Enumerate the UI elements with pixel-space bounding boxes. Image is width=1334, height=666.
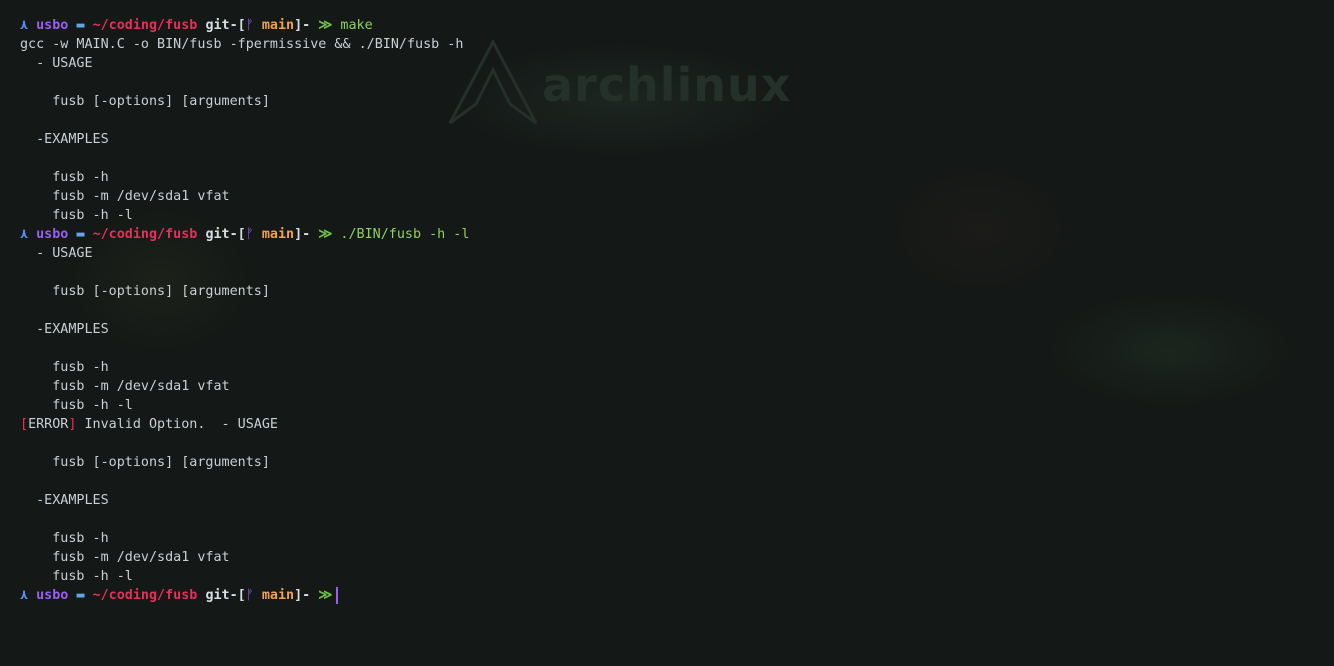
output-line: fusb -m /dev/sda1 vfat (20, 379, 230, 394)
prompt-git-close: ]- (294, 588, 311, 603)
output-line: -EXAMPLES (20, 132, 109, 147)
prompt-path: ~/coding/fusb (92, 588, 198, 603)
prompt-path: ~/coding/fusb (92, 227, 198, 242)
prompt-user: usbo (36, 227, 69, 242)
output-line: fusb -h -l (20, 208, 133, 223)
output-line: fusb -m /dev/sda1 vfat (20, 189, 230, 204)
arch-logo-icon: ⋏ (20, 588, 29, 603)
output-line: fusb -h (20, 170, 109, 185)
prompt-branch: main (261, 588, 295, 603)
prompt-line: ⋏ usbo ▬ ~/coding/fusb git-[ᚠ main]- ≫ m… (20, 16, 1334, 35)
output-line: - USAGE (20, 246, 93, 261)
prompt-user: usbo (36, 18, 69, 33)
prompt-symbol: ≫ (318, 18, 333, 33)
prompt-path: ~/coding/fusb (92, 18, 198, 33)
prompt-git-open: git-[ (205, 227, 246, 242)
arch-logo-icon: ⋏ (20, 227, 29, 242)
output-line: fusb -h -l (20, 569, 133, 584)
output-line: fusb -h (20, 360, 109, 375)
output-line: fusb -m /dev/sda1 vfat (20, 550, 230, 565)
prompt-symbol: ≫ (318, 588, 333, 603)
prompt-symbol: ≫ (318, 227, 333, 242)
output-line: fusb [-options] [arguments] (20, 284, 270, 299)
prompt-git-open: git-[ (205, 18, 246, 33)
prompt-git-close: ]- (294, 227, 311, 242)
command-text: make (340, 18, 373, 33)
command-text: ./BIN/fusb -h -l (340, 227, 470, 242)
error-message: Invalid Option. - USAGE (76, 417, 278, 432)
arch-logo-icon: ⋏ (20, 18, 29, 33)
git-branch-icon: ᚠ (245, 227, 254, 242)
output-line: -EXAMPLES (20, 493, 109, 508)
git-branch-icon: ᚠ (245, 18, 254, 33)
output-line: -EXAMPLES (20, 322, 109, 337)
folder-icon: ▬ (76, 18, 85, 33)
prompt-line: ⋏ usbo ▬ ~/coding/fusb git-[ᚠ main]- ≫ .… (20, 225, 1334, 244)
prompt-user: usbo (36, 588, 69, 603)
active-prompt-line[interactable]: ⋏ usbo ▬ ~/coding/fusb git-[ᚠ main]- ≫ (20, 586, 1334, 605)
output-line: fusb -h (20, 531, 109, 546)
output-line: gcc -w MAIN.C -o BIN/fusb -fpermissive &… (20, 37, 464, 52)
folder-icon: ▬ (76, 588, 85, 603)
prompt-branch: main (261, 18, 295, 33)
prompt-branch: main (261, 227, 295, 242)
text-cursor[interactable] (336, 586, 339, 604)
folder-icon: ▬ (76, 227, 85, 242)
output-line: fusb [-options] [arguments] (20, 94, 270, 109)
output-line: fusb -h -l (20, 398, 133, 413)
output-line: fusb [-options] [arguments] (20, 455, 270, 470)
output-line: - USAGE (20, 56, 93, 71)
prompt-git-close: ]- (294, 18, 311, 33)
error-bracket-open: [ (20, 417, 29, 432)
error-label: ERROR (28, 417, 69, 432)
git-branch-icon: ᚠ (245, 588, 254, 603)
error-line: [ERROR] Invalid Option. - USAGE (20, 415, 1334, 434)
terminal-output[interactable]: ⋏ usbo ▬ ~/coding/fusb git-[ᚠ main]- ≫ m… (20, 16, 1334, 666)
prompt-git-open: git-[ (205, 588, 246, 603)
